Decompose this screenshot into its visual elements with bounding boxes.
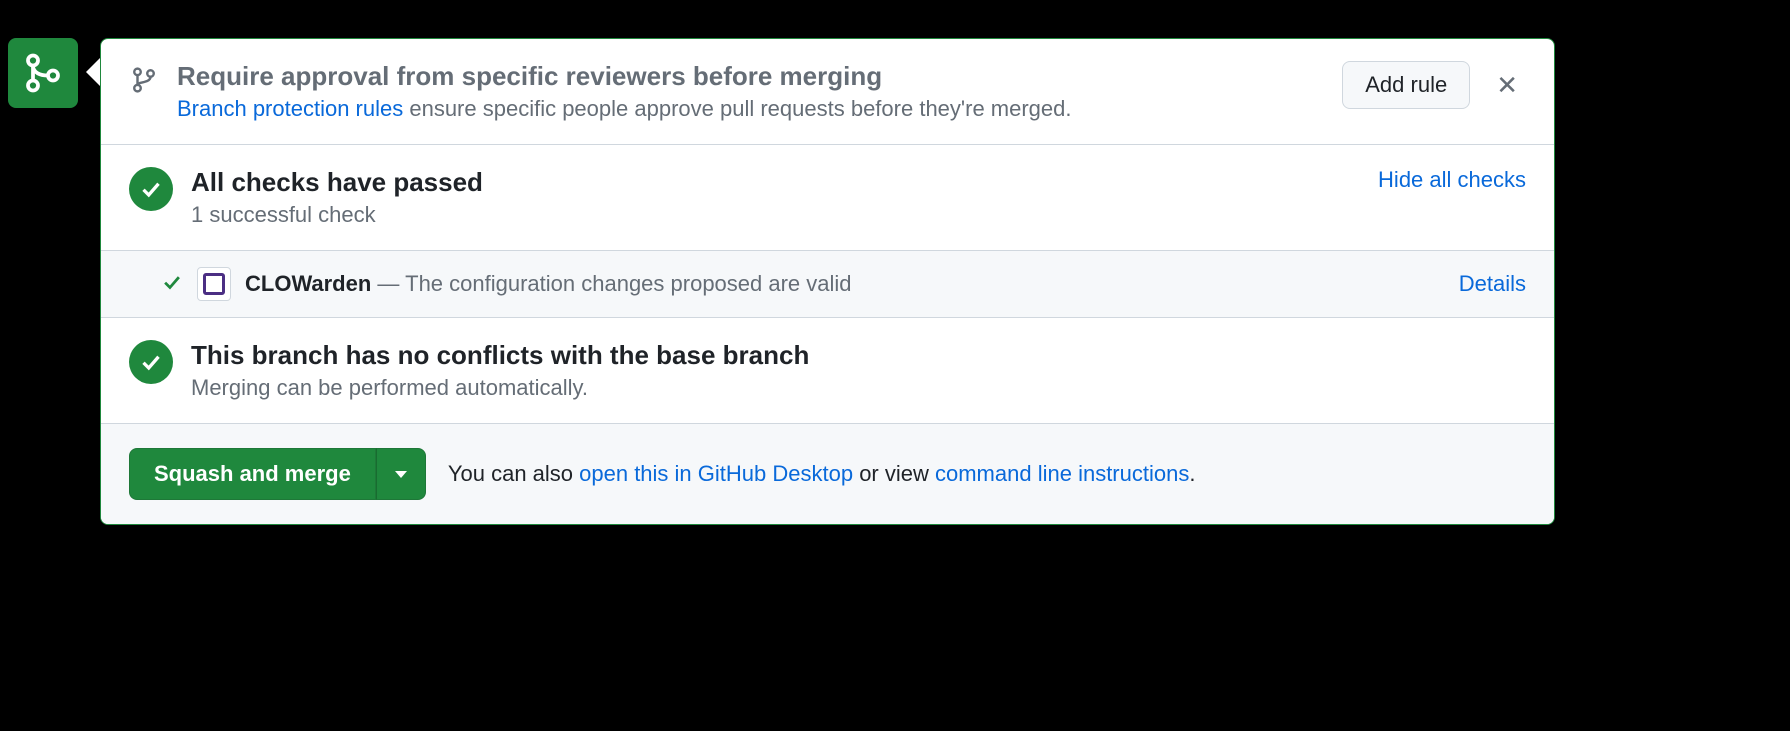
panel-pointer [86, 58, 100, 86]
footer-suffix: . [1189, 461, 1195, 486]
checks-subtitle: 1 successful check [191, 202, 1360, 228]
checks-title: All checks have passed [191, 167, 1360, 198]
check-circle-icon [129, 340, 173, 384]
caret-down-icon [395, 471, 407, 478]
merge-status-badge [8, 38, 78, 108]
check-text: CLOWarden — The configuration changes pr… [245, 271, 1445, 297]
rule-banner: Require approval from specific reviewers… [101, 39, 1554, 145]
check-details-link[interactable]: Details [1459, 271, 1526, 297]
open-desktop-link[interactable]: open this in GitHub Desktop [579, 461, 853, 486]
check-circle-icon [129, 167, 173, 211]
check-app-avatar [197, 267, 231, 301]
check-name: CLOWarden [245, 271, 371, 296]
check-desc: The configuration changes proposed are v… [405, 271, 851, 296]
footer-help-text: You can also open this in GitHub Desktop… [448, 461, 1196, 487]
footer-prefix: You can also [448, 461, 579, 486]
cli-instructions-link[interactable]: command line instructions [935, 461, 1189, 486]
check-item-row: CLOWarden — The configuration changes pr… [101, 251, 1554, 318]
hide-checks-link[interactable]: Hide all checks [1378, 167, 1526, 193]
check-sep: — [371, 271, 405, 296]
git-merge-icon [23, 53, 63, 93]
footer-mid: or view [853, 461, 935, 486]
merge-options-dropdown[interactable] [376, 448, 426, 500]
merge-panel: Require approval from specific reviewers… [100, 38, 1555, 525]
rule-title: Require approval from specific reviewers… [177, 61, 1324, 92]
rule-description: Branch protection rules ensure specific … [177, 96, 1324, 122]
close-icon[interactable]: ✕ [1488, 66, 1526, 105]
branch-protection-link[interactable]: Branch protection rules [177, 96, 403, 121]
checks-section: All checks have passed 1 successful chec… [101, 145, 1554, 251]
check-icon [161, 271, 183, 298]
rule-desc-tail: ensure specific people approve pull requ… [403, 96, 1071, 121]
squash-merge-button[interactable]: Squash and merge [129, 448, 376, 500]
conflicts-subtitle: Merging can be performed automatically. [191, 375, 1526, 401]
git-branch-icon [129, 65, 159, 95]
merge-button-group: Squash and merge [129, 448, 426, 500]
add-rule-button[interactable]: Add rule [1342, 61, 1470, 109]
conflicts-section: This branch has no conflicts with the ba… [101, 318, 1554, 424]
merge-footer: Squash and merge You can also open this … [101, 424, 1554, 524]
conflicts-title: This branch has no conflicts with the ba… [191, 340, 1526, 371]
